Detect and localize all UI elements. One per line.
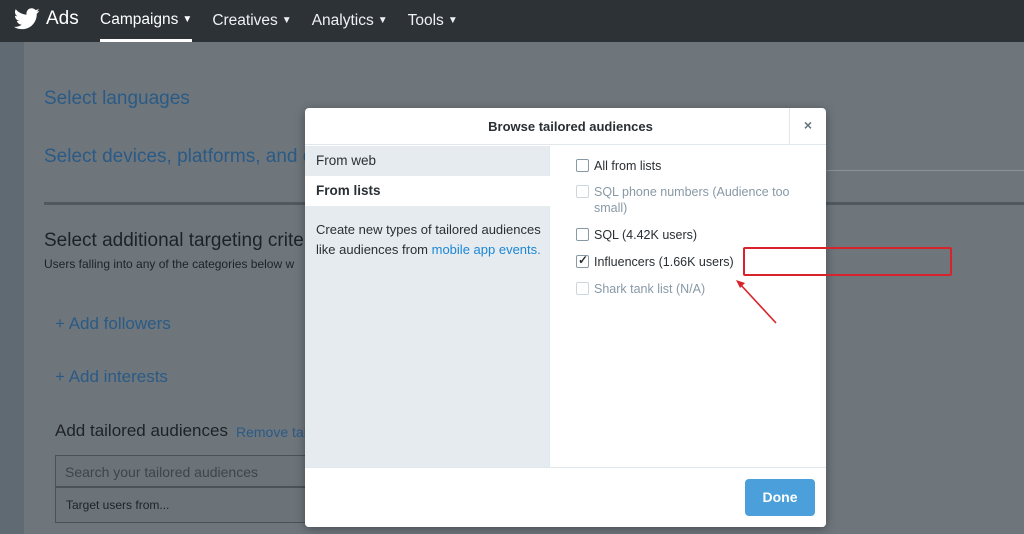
nav-tools-label: Tools [407,12,444,29]
chevron-down-icon: ▼ [182,13,193,25]
brand-label: Ads [46,8,79,29]
option-label: Influencers (1.66K users) [594,255,734,269]
option-influencers[interactable]: Influencers (1.66K users) [576,253,734,270]
search-placeholder: Search your tailored audiences [65,464,259,480]
chevron-down-icon: ▼ [447,15,458,26]
modal-title: Browse tailored audiences [488,119,653,134]
twitter-ads-logo[interactable]: Ads [14,8,79,30]
nav-campaigns[interactable]: Campaigns ▼ [100,0,193,42]
checkbox [576,282,589,295]
top-nav-bar: Ads Campaigns ▼ Creatives ▼ Analytics ▼ … [0,0,1024,42]
option-all-from-lists[interactable]: All from lists [576,158,661,174]
checkbox[interactable] [576,159,589,172]
nav-campaigns-label: Campaigns [100,10,179,28]
select-languages-link[interactable]: Select languages [44,88,190,110]
annotation-highlight-box [743,247,952,276]
target-users-label: Target users from... [66,498,170,512]
divider-line [826,170,1024,171]
checkbox-checked[interactable] [576,253,589,268]
option-label: Shark tank list (N/A) [594,282,706,296]
additional-targeting-heading: Select additional targeting criter [44,230,311,251]
add-tailored-audiences-heading: Add tailored audiences [55,421,228,440]
modal-footer: Done [305,467,826,527]
remove-tailored-link[interactable]: Remove tai [236,424,307,440]
nav-creatives-label: Creatives [212,12,278,29]
chevron-down-icon: ▼ [281,15,292,26]
close-icon[interactable]: × [789,108,826,145]
audience-list-pane: All from lists SQL phone numbers (Audien… [551,146,826,467]
option-label: SQL (4.42K users) [594,228,698,242]
nav-creatives[interactable]: Creatives ▼ [212,0,291,42]
mobile-app-events-link[interactable]: mobile app events. [432,242,541,257]
nav-analytics[interactable]: Analytics ▼ [312,0,388,42]
select-devices-link[interactable]: Select devices, platforms, and ca [44,146,323,168]
done-button[interactable]: Done [745,479,815,516]
checkbox [576,185,589,198]
option-label: SQL phone numbers (Audience too small) [594,185,790,215]
option-label: All from lists [594,159,662,173]
main-nav: Campaigns ▼ Creatives ▼ Analytics ▼ Tool… [100,0,478,42]
checkbox[interactable] [576,228,589,241]
add-followers-link[interactable]: + Add followers [55,314,171,334]
modal-header: Browse tailored audiences × [305,108,826,145]
nav-analytics-label: Analytics [311,12,374,29]
nav-tools[interactable]: Tools ▼ [408,0,458,42]
source-tabs-pane: From web From lists Create new types of … [305,146,551,467]
additional-targeting-subtext: Users falling into any of the categories… [44,257,295,271]
tab-description: Create new types of tailored audiences l… [316,220,541,259]
option-shark-tank-list: Shark tank list (N/A) [576,281,705,297]
tailored-audience-search-input[interactable]: Search your tailored audiences [55,455,307,487]
add-interests-link[interactable]: + Add interests [55,367,168,387]
option-sql-phone-numbers: SQL phone numbers (Audience too small) [576,184,801,216]
tab-from-lists[interactable]: From lists [305,176,551,206]
tab-from-web[interactable]: From web [305,146,550,176]
chevron-down-icon: ▼ [377,15,388,26]
browse-tailored-audiences-modal: Browse tailored audiences × From web Fro… [305,108,826,527]
target-users-box: Target users from... [55,487,307,523]
option-sql[interactable]: SQL (4.42K users) [576,227,697,243]
twitter-bird-icon [14,8,40,30]
